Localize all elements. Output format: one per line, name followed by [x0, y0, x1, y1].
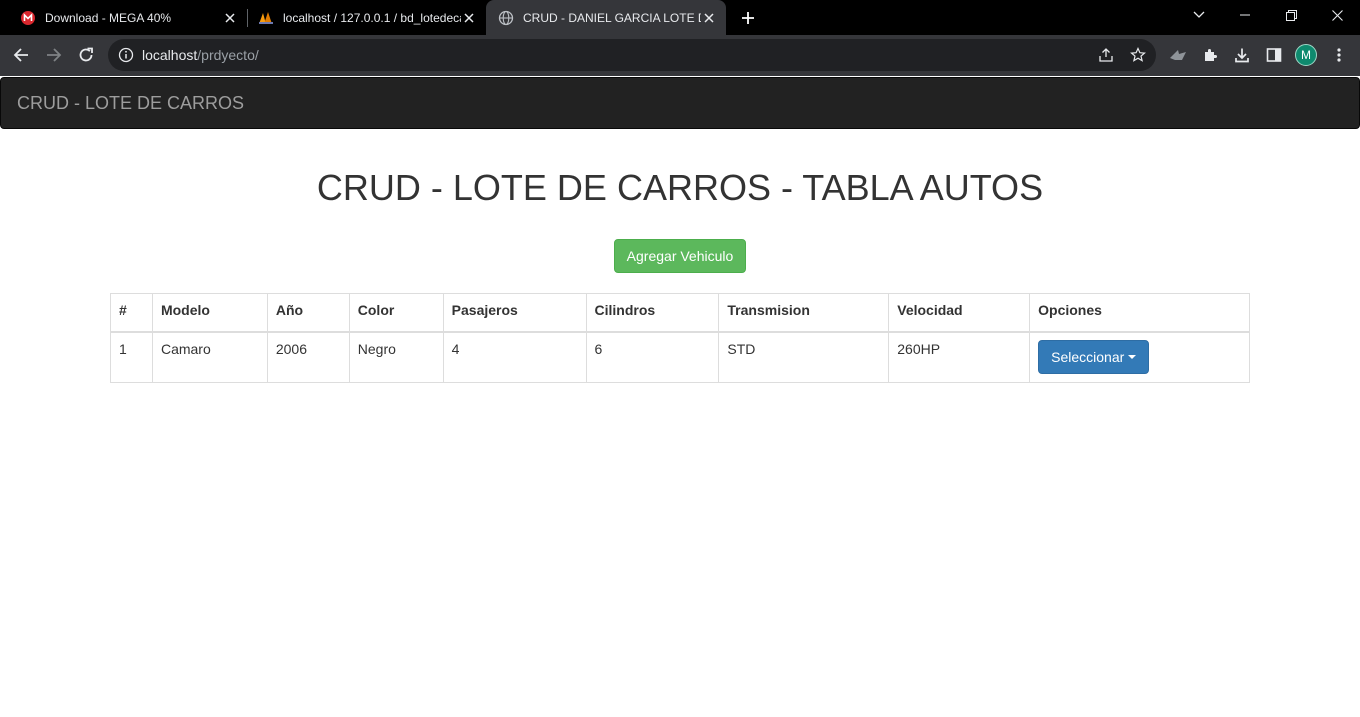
column-header-cilindros: Cilindros	[585, 293, 720, 333]
tab-title: CRUD - DANIEL GARCIA LOTE DE CARROS	[523, 10, 701, 25]
page-title: CRUD - LOTE DE CARROS - TABLA AUTOS	[316, 167, 1044, 208]
more-menu-icon[interactable]	[1328, 44, 1350, 66]
column-header-id: #	[110, 293, 153, 333]
tab-search-icon[interactable]	[1176, 0, 1222, 30]
column-header-color: Color	[348, 293, 444, 333]
address-bar[interactable]: localhost/prdyecto/	[108, 39, 1156, 71]
site-navbar: CRUD - LOTE DE CARROS	[0, 77, 1360, 129]
add-vehicle-button[interactable]: Agregar Vehiculo	[614, 239, 746, 273]
forward-icon[interactable]	[40, 41, 68, 69]
column-header-modelo: Modelo	[151, 293, 268, 333]
cell-transmision: STD	[718, 331, 890, 383]
column-header-velocidad: Velocidad	[888, 293, 1031, 333]
site-info-icon[interactable]	[117, 46, 135, 64]
restore-icon[interactable]	[1268, 0, 1314, 30]
table-row: 1 Camaro 2006 Negro 4 6 STD 260HP Selecc…	[110, 331, 1250, 383]
close-tab-icon[interactable]	[222, 10, 238, 26]
column-header-anio: Año	[266, 293, 350, 333]
tab-phpmyadmin[interactable]: localhost / 127.0.0.1 / bd_lotedecarros	[238, 0, 486, 35]
side-panel-icon[interactable]	[1263, 44, 1285, 66]
select-dropdown-button[interactable]: Seleccionar	[1038, 339, 1150, 374]
close-window-icon[interactable]	[1314, 0, 1360, 30]
minimize-icon[interactable]	[1222, 0, 1268, 30]
browser-toolbar: localhost/prdyecto/ M	[0, 35, 1360, 76]
bookmark-star-icon[interactable]	[1128, 45, 1148, 65]
mega-icon	[20, 10, 36, 26]
url-text: localhost/prdyecto/	[142, 47, 259, 63]
cell-cilindros: 6	[585, 331, 720, 383]
caret-down-icon	[1128, 354, 1137, 359]
column-header-pasajeros: Pasajeros	[442, 293, 587, 333]
globe-icon	[498, 10, 514, 26]
back-icon[interactable]	[7, 41, 35, 69]
close-tab-icon[interactable]	[701, 10, 717, 26]
cars-table: # Modelo Año Color Pasajeros Cilindros T…	[110, 293, 1250, 383]
extension-shark-icon[interactable]	[1167, 44, 1189, 66]
reload-icon[interactable]	[72, 41, 100, 69]
cell-opciones: Seleccionar	[1029, 331, 1250, 383]
tab-mega-download[interactable]: Download - MEGA 40%	[0, 0, 247, 35]
cell-modelo: Camaro	[151, 331, 268, 383]
close-tab-icon[interactable]	[461, 10, 477, 26]
cell-id: 1	[110, 331, 153, 383]
column-header-opciones: Opciones	[1029, 293, 1250, 333]
cell-velocidad: 260HP	[888, 331, 1031, 383]
profile-avatar[interactable]: M	[1295, 44, 1317, 66]
cell-color: Negro	[348, 331, 444, 383]
url-path: /prdyecto/	[197, 47, 259, 63]
tab-crud-active[interactable]: CRUD - DANIEL GARCIA LOTE DE CARROS	[486, 0, 726, 35]
select-button-label: Seleccionar	[1051, 348, 1125, 365]
table-header-row: # Modelo Año Color Pasajeros Cilindros T…	[110, 293, 1250, 333]
share-icon[interactable]	[1096, 45, 1116, 65]
navbar-brand[interactable]: CRUD - LOTE DE CARROS	[17, 93, 244, 114]
tab-strip: Download - MEGA 40% localhost / 127.0.0.…	[0, 0, 1360, 35]
tab-title: Download - MEGA 40%	[45, 10, 172, 25]
phpmyadmin-icon	[258, 10, 274, 26]
cell-anio: 2006	[266, 331, 350, 383]
download-icon[interactable]	[1231, 44, 1253, 66]
tab-title: localhost / 127.0.0.1 / bd_lotedecarros	[283, 10, 461, 25]
column-header-transmision: Transmision	[718, 293, 890, 333]
extensions-puzzle-icon[interactable]	[1199, 44, 1221, 66]
cell-pasajeros: 4	[442, 331, 587, 383]
url-host: localhost	[142, 47, 198, 63]
new-tab-icon[interactable]	[737, 7, 759, 29]
